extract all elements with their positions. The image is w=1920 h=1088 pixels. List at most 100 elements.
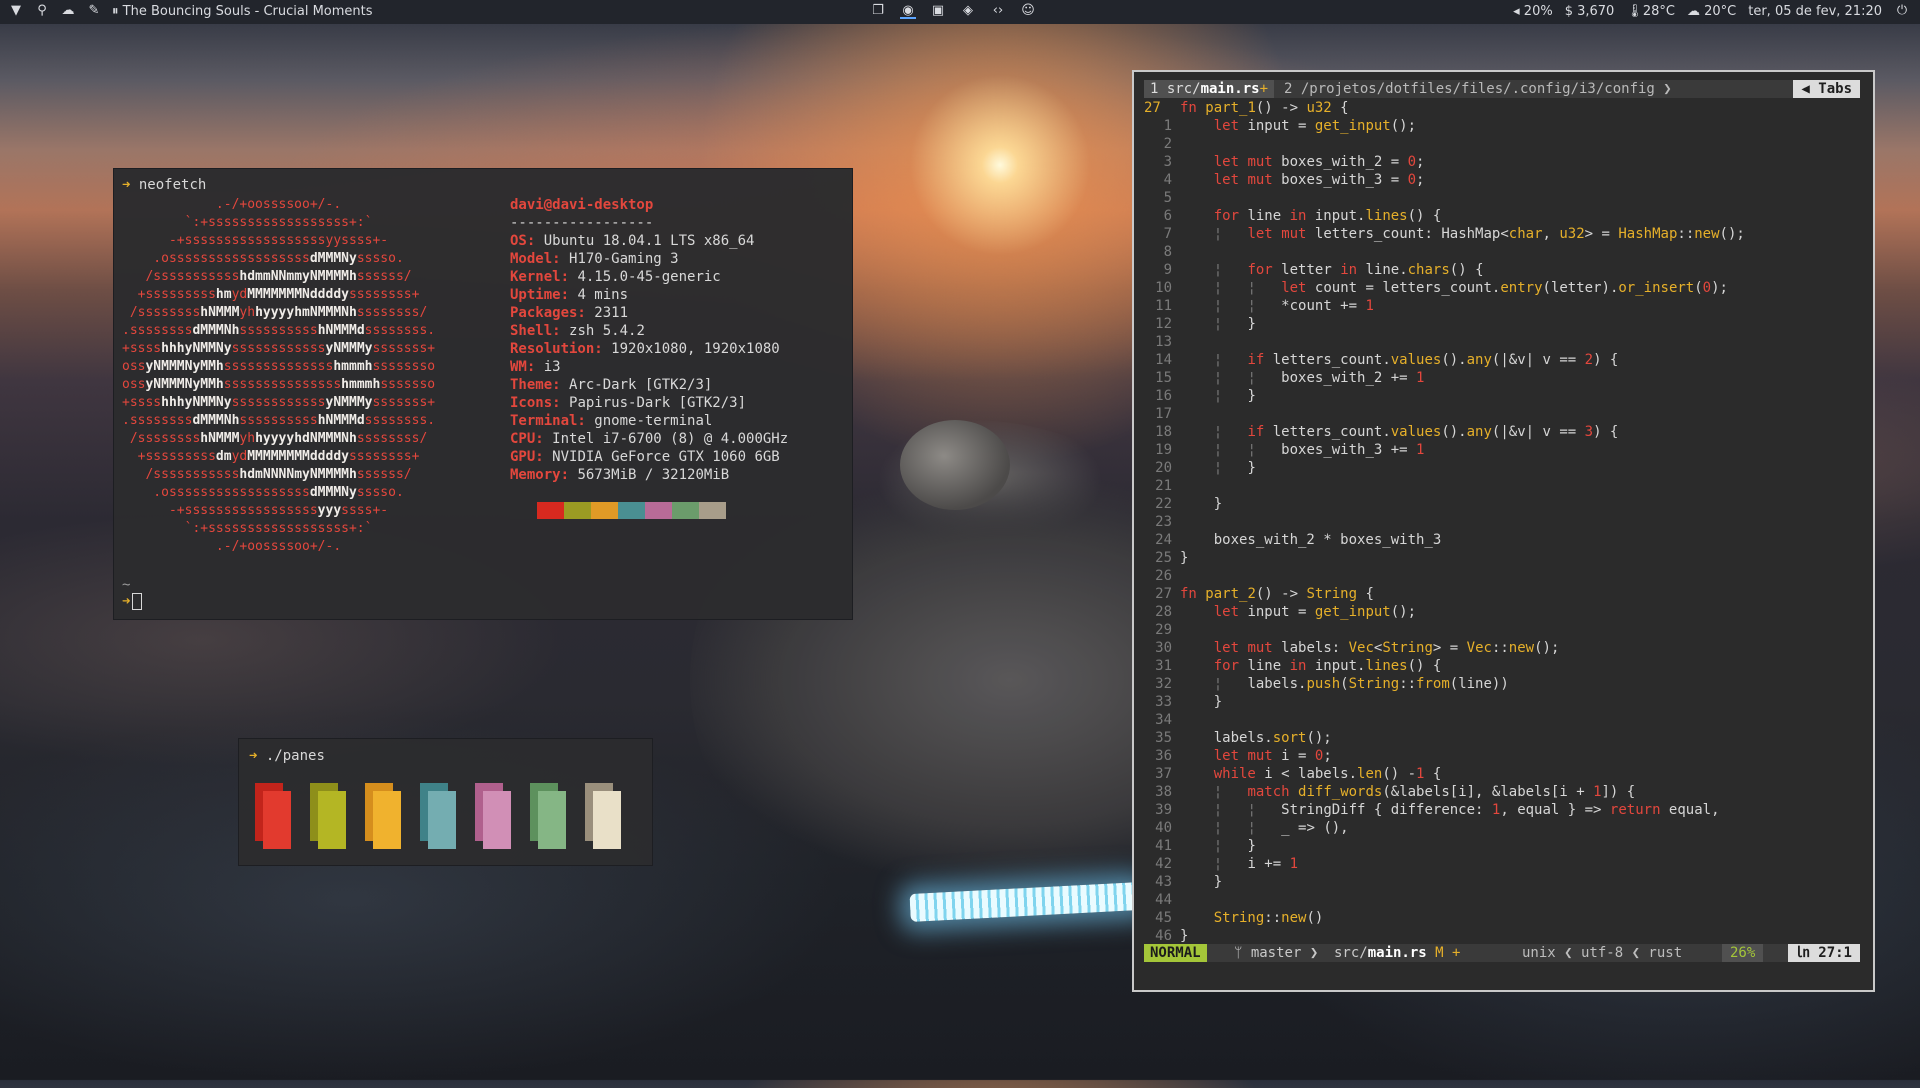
window-icon[interactable]: ❐ bbox=[870, 3, 886, 19]
neofetch-terminal[interactable]: ➜ neofetch .-/+oossssoo+/-. `:+sssssssss… bbox=[114, 169, 852, 619]
code-line: 17 bbox=[1155, 406, 1172, 422]
clock[interactable]: ter, 05 de fev, 21:20 bbox=[1748, 4, 1882, 19]
tab-file: main.rs bbox=[1200, 81, 1260, 97]
info-rows: OS: Ubuntu 18.04.1 LTS x86_64 Model: H170… bbox=[510, 232, 788, 484]
code-line: 42 ¦ i += 1 bbox=[1155, 856, 1299, 872]
top-bar: ▼ ⚲ ☁ ✎ ⏸ The Bouncing Souls - Crucial M… bbox=[0, 0, 1920, 24]
code-line: 15 ¦ ¦ boxes_with_2 += 1 bbox=[1155, 370, 1425, 386]
code-line: 33 } bbox=[1155, 694, 1223, 710]
code-buffer[interactable]: 27 fn part_1() -> u32 { 1 let input = get… bbox=[1144, 99, 1860, 945]
color-pane bbox=[310, 783, 348, 849]
color-pane bbox=[255, 783, 293, 849]
wechat-icon[interactable]: ☺ bbox=[1020, 3, 1036, 19]
info-key: GPU: bbox=[510, 449, 553, 465]
color-swatch bbox=[645, 502, 672, 519]
code-line: 25} bbox=[1155, 550, 1189, 566]
color-swatch bbox=[618, 502, 645, 519]
info-value: NVIDIA GeForce GTX 1060 6GB bbox=[552, 449, 780, 465]
code-line: 35 labels.sort(); bbox=[1155, 730, 1332, 746]
info-row: CPU: Intel i7-6700 (8) @ 4.000GHz bbox=[510, 430, 788, 448]
prompt-arrow-icon: ➜ bbox=[249, 748, 258, 764]
info-value: gnome-terminal bbox=[594, 413, 713, 429]
tab-i3-config[interactable]: 2 /projetos/dotfiles/files/.config/i3/co… bbox=[1284, 80, 1672, 98]
tab-main-rs[interactable]: 1 src/main.rs+ bbox=[1144, 80, 1275, 98]
code-line: 23 bbox=[1155, 514, 1172, 530]
info-row: Terminal: gnome-terminal bbox=[510, 412, 788, 430]
cloud-icon[interactable]: ☁ bbox=[60, 3, 76, 19]
info-key: Memory: bbox=[510, 467, 578, 483]
wallpaper-ship-dish bbox=[900, 420, 1010, 510]
vim-window[interactable]: 1 src/main.rs+ 2 /projetos/dotfiles/file… bbox=[1132, 70, 1875, 992]
workspace-icons: ❐ ◉ ▣ ◈ ‹› ☺ bbox=[870, 3, 1036, 19]
info-row: Resolution: 1920x1080, 1920x1080 bbox=[510, 340, 788, 358]
code-line: 44 bbox=[1155, 892, 1172, 908]
status-file-name: main.rs bbox=[1367, 945, 1427, 961]
info-row: Theme: Arc-Dark [GTK2/3] bbox=[510, 376, 788, 394]
code-line: 7 ¦ let mut letters_count: HashMap<char,… bbox=[1163, 226, 1745, 242]
info-key: WM: bbox=[510, 359, 544, 375]
code-line: 43 } bbox=[1155, 874, 1223, 890]
command-text: neofetch bbox=[138, 177, 207, 193]
separator: ----------------- bbox=[510, 215, 654, 231]
info-key: CPU: bbox=[510, 431, 553, 447]
pane-front bbox=[483, 791, 511, 849]
code-line: 36 let mut i = 0; bbox=[1155, 748, 1332, 764]
weather-temp: 20°C bbox=[1704, 3, 1737, 19]
code-line: 1 let input = get_input(); bbox=[1163, 118, 1417, 134]
panes-terminal[interactable]: ➜ ./panes bbox=[239, 739, 652, 865]
git-branch: ᛘ master ❯ bbox=[1234, 945, 1319, 961]
code-line: 5 bbox=[1163, 190, 1172, 206]
command-text: ./panes bbox=[265, 748, 325, 764]
prompt-line: ➜ ./panes bbox=[249, 748, 325, 764]
info-value: zsh 5.4.2 bbox=[569, 323, 645, 339]
tilde-line: ~ bbox=[122, 577, 131, 593]
wifi-icon[interactable]: ▼ bbox=[8, 3, 24, 19]
info-key: Resolution: bbox=[510, 341, 612, 357]
prompt-line: ➜ neofetch bbox=[122, 177, 206, 193]
cpu-temp: 28°C bbox=[1642, 3, 1675, 19]
pen-icon[interactable]: ✎ bbox=[86, 3, 102, 19]
color-swatch bbox=[699, 502, 726, 519]
info-value: 4 mins bbox=[577, 287, 629, 303]
panes-row bbox=[255, 783, 623, 849]
code-line: 37 while i < labels.len() -1 { bbox=[1155, 766, 1442, 782]
code-line: 3 let mut boxes_with_2 = 0; bbox=[1163, 154, 1425, 170]
vim-statusline: NORMAL ᛘ master ❯ src/main.rs M + unix ❮… bbox=[1144, 944, 1860, 962]
info-value: 5673MiB / 32120MiB bbox=[577, 467, 730, 483]
color-swatch bbox=[672, 502, 699, 519]
system-info: davi@davi-desktop ----------------- OS: … bbox=[510, 196, 788, 484]
prompt-arrow-icon: ➜ bbox=[122, 593, 131, 610]
chrome-icon[interactable]: ◉ bbox=[900, 3, 916, 19]
code-line: 19 ¦ ¦ boxes_with_3 += 1 bbox=[1155, 442, 1425, 458]
now-playing[interactable]: ⏸ The Bouncing Souls - Crucial Moments bbox=[112, 4, 373, 19]
color-pane bbox=[530, 783, 568, 849]
code-line: 38 ¦ match diff_words(&labels[i], &label… bbox=[1155, 784, 1636, 800]
power-icon[interactable]: ⏻ bbox=[1894, 3, 1910, 19]
info-value: Ubuntu 18.04.1 LTS x86_64 bbox=[543, 233, 755, 249]
color-pane bbox=[585, 783, 623, 849]
code-line: 46} bbox=[1155, 928, 1189, 944]
vim-mode: NORMAL bbox=[1144, 944, 1207, 962]
info-key: Terminal: bbox=[510, 413, 595, 429]
location-icon[interactable]: ⚲ bbox=[34, 3, 50, 19]
code-line: 27 fn part_2() -> String { bbox=[1155, 586, 1374, 602]
code-line: 4 let mut boxes_with_3 = 0; bbox=[1163, 172, 1425, 188]
volume-indicator[interactable]: ◂ 20% bbox=[1513, 4, 1553, 19]
terminal-icon[interactable]: ▣ bbox=[930, 3, 946, 19]
code-line: 28 let input = get_input(); bbox=[1155, 604, 1417, 620]
info-row: GPU: NVIDIA GeForce GTX 1060 6GB bbox=[510, 448, 788, 466]
code-icon[interactable]: ‹› bbox=[990, 3, 1006, 19]
color-pane bbox=[420, 783, 458, 849]
code-line: 32 ¦ labels.push(String::from(line)) bbox=[1155, 676, 1509, 692]
code-line: 21 bbox=[1155, 478, 1172, 494]
prompt-line-2[interactable]: ➜ bbox=[122, 593, 143, 610]
info-value: 2311 bbox=[594, 305, 629, 321]
code-line: 24 boxes_with_2 * boxes_with_3 bbox=[1155, 532, 1442, 548]
code-line: 16 ¦ } bbox=[1155, 388, 1256, 404]
code-line: 20 ¦ } bbox=[1155, 460, 1256, 476]
weather-icon: ☁ 20°C bbox=[1686, 3, 1737, 19]
compass-icon[interactable]: ◈ bbox=[960, 3, 976, 19]
balance-indicator: $ 3,670 bbox=[1564, 3, 1615, 19]
code-line: 31 for line in input.lines() { bbox=[1155, 658, 1442, 674]
info-key: Kernel: bbox=[510, 269, 578, 285]
